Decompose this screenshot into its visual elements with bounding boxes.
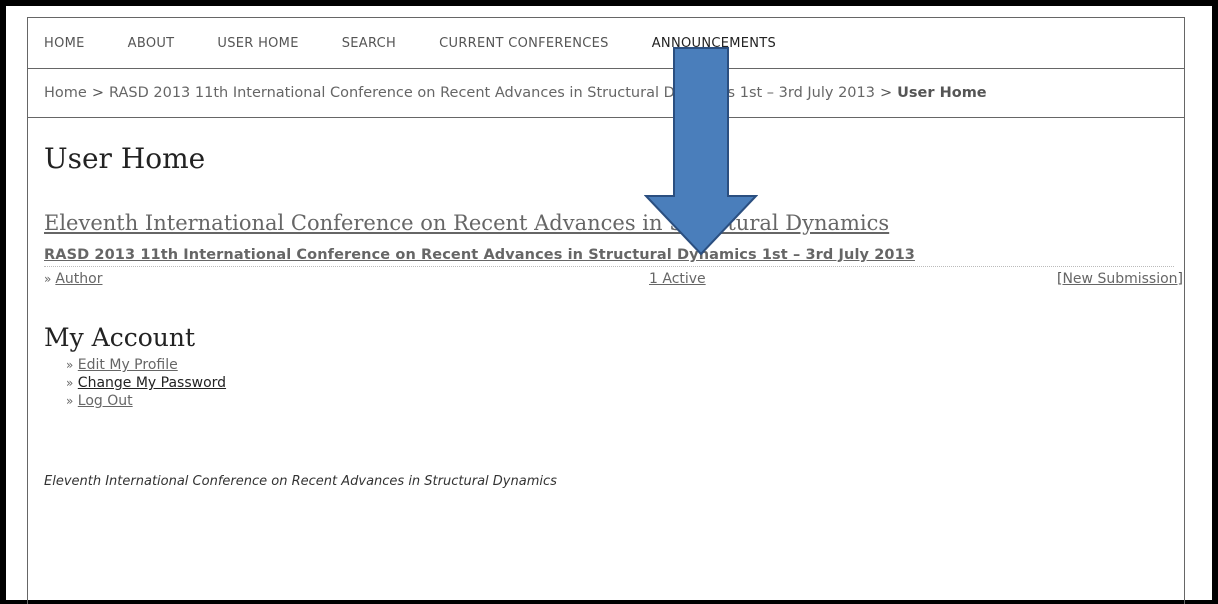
nav-about[interactable]: ABOUT bbox=[128, 36, 175, 51]
bullet-prefix: » bbox=[66, 394, 74, 408]
main-content: User Home Eleventh International Confere… bbox=[28, 142, 1184, 489]
breadcrumb: Home > RASD 2013 11th International Conf… bbox=[28, 69, 1184, 118]
list-item: » Edit My Profile bbox=[66, 356, 1174, 374]
nav-search[interactable]: SEARCH bbox=[342, 36, 396, 51]
journal-title-link[interactable]: Eleventh International Conference on Rec… bbox=[44, 211, 1174, 235]
my-account-title: My Account bbox=[44, 323, 196, 352]
log-out-link[interactable]: Log Out bbox=[78, 393, 133, 409]
nav-current-conferences[interactable]: CURRENT CONFERENCES bbox=[439, 36, 609, 51]
page-container: HOME ABOUT USER HOME SEARCH CURRENT CONF… bbox=[27, 17, 1185, 604]
new-submission-link[interactable]: New Submission bbox=[1062, 271, 1177, 287]
author-role-link[interactable]: Author bbox=[55, 271, 102, 287]
breadcrumb-separator: > bbox=[91, 85, 104, 101]
breadcrumb-separator: > bbox=[880, 85, 893, 101]
down-arrow-annotation bbox=[644, 47, 758, 256]
bullet-prefix: » bbox=[44, 272, 52, 286]
down-arrow-shape bbox=[644, 47, 758, 256]
top-navbar: HOME ABOUT USER HOME SEARCH CURRENT CONF… bbox=[28, 18, 1184, 69]
change-password-link[interactable]: Change My Password bbox=[78, 375, 226, 391]
bullet-prefix: » bbox=[66, 358, 74, 372]
footer-text: Eleventh International Conference on Rec… bbox=[44, 474, 557, 489]
nav-home[interactable]: HOME bbox=[44, 36, 85, 51]
new-submission: [New Submission] bbox=[1056, 271, 1183, 287]
conference-title-link[interactable]: RASD 2013 11th International Conference … bbox=[44, 247, 1174, 263]
edit-profile-link[interactable]: Edit My Profile bbox=[78, 357, 178, 373]
page-title: User Home bbox=[44, 142, 206, 175]
account-list: » Edit My Profile » Change My Password »… bbox=[44, 356, 1174, 410]
bullet-prefix: » bbox=[66, 376, 74, 390]
breadcrumb-home[interactable]: Home bbox=[44, 85, 87, 101]
breadcrumb-current: User Home bbox=[897, 85, 987, 101]
list-item: » Log Out bbox=[66, 392, 1174, 410]
active-submissions-link[interactable]: 1 Active bbox=[649, 271, 706, 287]
list-item: » Change My Password bbox=[66, 374, 1174, 392]
role-row: » Author 1 Active [New Submission] bbox=[44, 266, 1183, 291]
nav-user-home[interactable]: USER HOME bbox=[217, 36, 298, 51]
breadcrumb-conference[interactable]: RASD 2013 11th International Conference … bbox=[109, 85, 875, 101]
